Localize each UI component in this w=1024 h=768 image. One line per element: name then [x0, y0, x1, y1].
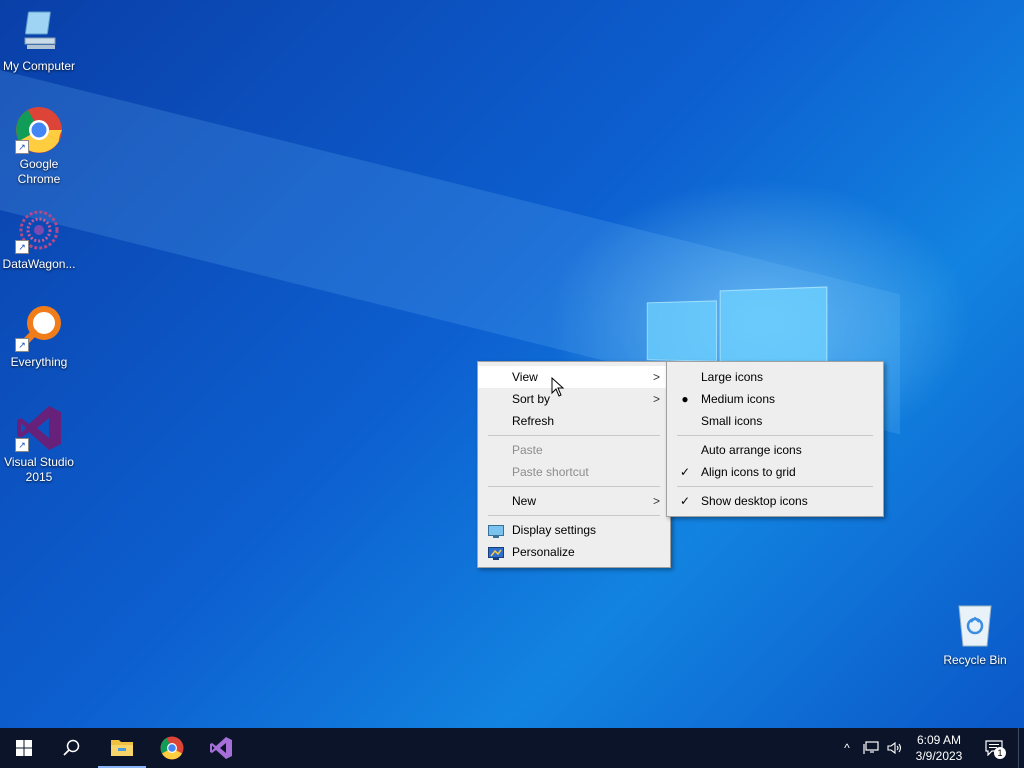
- visual-studio-icon: ↗: [15, 404, 63, 452]
- notification-count-badge: 1: [994, 747, 1006, 759]
- recycle-bin-icon: [951, 602, 999, 650]
- menu-item-large-icons[interactable]: Large icons: [667, 366, 883, 388]
- shortcut-arrow-icon: ↗: [15, 240, 29, 254]
- menu-item-refresh[interactable]: Refresh: [478, 410, 670, 432]
- menu-item-view[interactable]: View >: [478, 366, 670, 388]
- menu-item-label: Align icons to grid: [701, 465, 796, 479]
- computer-icon: [15, 8, 63, 56]
- menu-item-label: Large icons: [701, 370, 764, 384]
- network-button[interactable]: [860, 728, 882, 768]
- desktop-icon-recycle-bin[interactable]: Recycle Bin: [937, 602, 1013, 668]
- desktop-icon-label: My Computer: [2, 59, 76, 73]
- menu-separator: [677, 435, 873, 436]
- taskbar: ^ 6:09 AM 3/9/2023 1: [0, 728, 1024, 768]
- volume-button[interactable]: [884, 728, 906, 768]
- search-button[interactable]: [48, 728, 96, 768]
- menu-item-label: Refresh: [512, 414, 555, 428]
- desktop-icon-label: Google Chrome: [17, 157, 61, 186]
- desktop-icon-google-chrome[interactable]: ↗ Google Chrome: [1, 106, 77, 187]
- menu-separator: [488, 486, 660, 487]
- menu-item-display-settings[interactable]: Display settings: [478, 519, 670, 541]
- radio-dot-icon: ●: [681, 392, 689, 406]
- menu-item-label: View: [512, 370, 538, 384]
- desktop-context-menu: View > Sort by > Refresh Paste Paste sho…: [477, 361, 671, 568]
- menu-item-new[interactable]: New >: [478, 490, 670, 512]
- search-icon: [63, 739, 80, 756]
- taskbar-file-explorer[interactable]: [98, 728, 146, 768]
- menu-item-paste[interactable]: Paste: [478, 439, 670, 461]
- desktop[interactable]: My Computer ↗ Google Chrome ↗ DataWagon.…: [0, 0, 1024, 728]
- menu-item-personalize[interactable]: Personalize: [478, 541, 670, 563]
- speaker-icon: [887, 741, 902, 755]
- desktop-icon-visual-studio[interactable]: ↗ Visual Studio 2015: [1, 404, 77, 485]
- clock-date: 3/9/2023: [915, 749, 963, 763]
- clock-time: 6:09 AM: [916, 733, 962, 747]
- chrome-icon: ↗: [15, 106, 63, 154]
- menu-separator: [677, 486, 873, 487]
- mouse-cursor-icon: [551, 376, 565, 400]
- chevron-right-icon: >: [652, 392, 660, 406]
- personalize-icon: [488, 545, 504, 560]
- desktop-icon-label: Visual Studio 2015: [4, 455, 74, 484]
- clock[interactable]: 6:09 AM 3/9/2023: [908, 728, 970, 768]
- menu-item-medium-icons[interactable]: ● Medium icons: [667, 388, 883, 410]
- chevron-right-icon: >: [652, 494, 660, 508]
- menu-item-label: Medium icons: [701, 392, 776, 406]
- menu-item-label: Paste shortcut: [512, 465, 589, 479]
- menu-item-label: Display settings: [512, 523, 597, 537]
- menu-item-label: Show desktop icons: [701, 494, 808, 508]
- menu-item-paste-shortcut[interactable]: Paste shortcut: [478, 461, 670, 483]
- view-submenu: Large icons ● Medium icons Small icons A…: [666, 361, 884, 517]
- taskbar-chrome[interactable]: [148, 728, 196, 768]
- menu-item-small-icons[interactable]: Small icons: [667, 410, 883, 432]
- desktop-icon-datawagon[interactable]: ↗ DataWagon...: [1, 206, 77, 272]
- desktop-icon-my-computer[interactable]: My Computer: [1, 8, 77, 74]
- visual-studio-icon: [210, 737, 232, 759]
- magnifier-icon: ↗: [15, 304, 63, 352]
- menu-item-label: Sort by: [512, 392, 551, 406]
- menu-item-sort-by[interactable]: Sort by >: [478, 388, 670, 410]
- menu-item-label: New: [512, 494, 537, 508]
- menu-item-label: Paste: [512, 443, 543, 457]
- menu-item-label: Personalize: [512, 545, 575, 559]
- action-center-button[interactable]: 1: [978, 728, 1010, 768]
- menu-separator: [488, 435, 660, 436]
- desktop-icon-everything[interactable]: ↗ Everything: [1, 304, 77, 370]
- shortcut-arrow-icon: ↗: [15, 140, 29, 154]
- show-hidden-icons-button[interactable]: ^: [838, 728, 856, 768]
- checkmark-icon: ✓: [679, 494, 691, 508]
- desktop-icon-label: Recycle Bin: [943, 653, 1007, 667]
- file-explorer-icon: [111, 740, 133, 756]
- desktop-icon-label: DataWagon...: [2, 257, 76, 271]
- windows-logo-icon: [16, 740, 32, 756]
- taskbar-visual-studio[interactable]: [197, 728, 245, 768]
- desktop-icon-label: Everything: [10, 355, 68, 369]
- shortcut-arrow-icon: ↗: [15, 338, 29, 352]
- shortcut-arrow-icon: ↗: [15, 438, 29, 452]
- chrome-icon: [160, 736, 184, 760]
- chevron-right-icon: >: [652, 370, 660, 384]
- chevron-up-icon: ^: [844, 741, 850, 755]
- network-icon: [863, 741, 879, 754]
- show-desktop-button[interactable]: [1018, 728, 1024, 768]
- display-settings-icon: [488, 523, 504, 538]
- menu-item-auto-arrange-icons[interactable]: Auto arrange icons: [667, 439, 883, 461]
- menu-item-label: Auto arrange icons: [701, 443, 802, 457]
- menu-item-align-icons-to-grid[interactable]: ✓ Align icons to grid: [667, 461, 883, 483]
- menu-item-label: Small icons: [701, 414, 763, 428]
- menu-item-show-desktop-icons[interactable]: ✓ Show desktop icons: [667, 490, 883, 512]
- start-button[interactable]: [0, 728, 48, 768]
- datawagon-icon: ↗: [15, 206, 63, 254]
- checkmark-icon: ✓: [679, 465, 691, 479]
- menu-separator: [488, 515, 660, 516]
